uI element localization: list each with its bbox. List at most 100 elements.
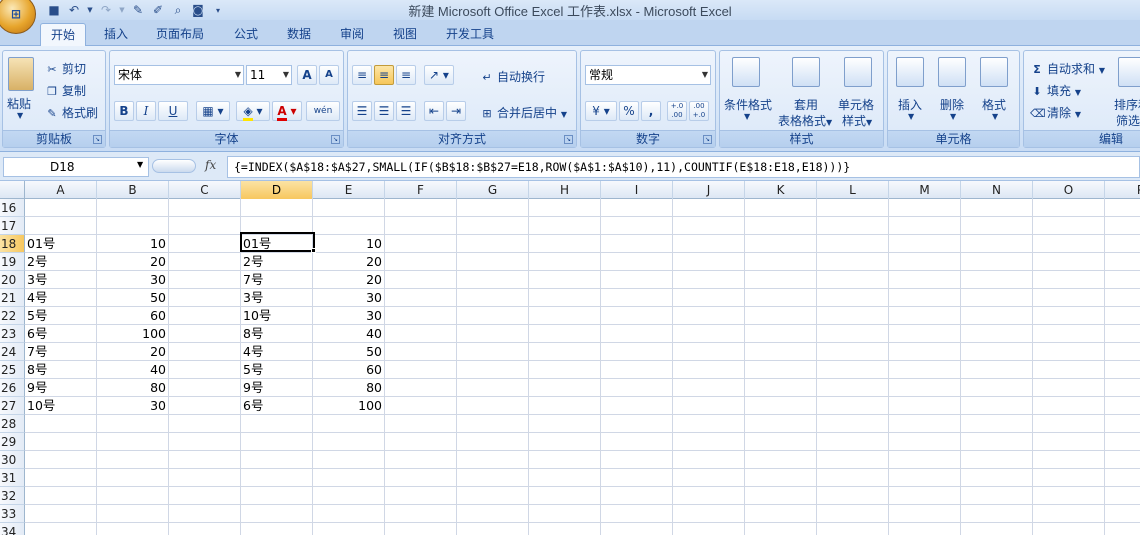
column-header-o[interactable]: O (1033, 181, 1105, 199)
fill-handle[interactable] (311, 248, 316, 253)
paste-dropdown-icon[interactable]: ▼ (17, 111, 23, 120)
align-bottom-button[interactable]: ≡ (396, 65, 416, 85)
align-top-button[interactable]: ≡ (352, 65, 372, 85)
column-header-a[interactable]: A (25, 181, 97, 199)
sort-filter-label-2[interactable]: 筛选 (1116, 112, 1140, 129)
font-color-button[interactable]: A ▾ (272, 101, 302, 121)
cell-a25[interactable]: 8号 (25, 361, 96, 379)
chevron-down-icon[interactable]: ▼ (137, 160, 143, 169)
orientation-button[interactable]: ↗ ▾ (424, 65, 454, 85)
column-header-f[interactable]: F (385, 181, 457, 199)
cell-b18[interactable]: 10 (97, 235, 168, 253)
row-header-34[interactable]: 34 (0, 523, 25, 535)
align-right-button[interactable]: ☰ (396, 101, 416, 121)
cell-e20[interactable]: 20 (313, 271, 384, 289)
row-header-26[interactable]: 26 (0, 379, 25, 397)
row-header-19[interactable]: 19 (0, 253, 25, 271)
align-center-button[interactable]: ☰ (374, 101, 394, 121)
cell-d26[interactable]: 9号 (241, 379, 312, 397)
cell-b20[interactable]: 30 (97, 271, 168, 289)
cell-e27[interactable]: 100 (313, 397, 384, 415)
autosum-button[interactable]: Σ 自动求和 ▼ (1030, 60, 1105, 77)
grow-font-button[interactable]: A (297, 65, 317, 85)
percent-button[interactable]: % (619, 101, 639, 121)
cell-e21[interactable]: 30 (313, 289, 384, 307)
row-header-21[interactable]: 21 (0, 289, 25, 307)
cell-e26[interactable]: 80 (313, 379, 384, 397)
number-format-combo[interactable]: 常规 ▼ (585, 65, 711, 85)
cell-b24[interactable]: 20 (97, 343, 168, 361)
cell-a22[interactable]: 5号 (25, 307, 96, 325)
cell-d19[interactable]: 2号 (241, 253, 312, 271)
chevron-down-icon[interactable]: ▼ (950, 112, 956, 121)
font-name-combo[interactable]: 宋体 ▼ (114, 65, 244, 85)
cell-styles-button[interactable]: 样式▼ (842, 112, 872, 129)
column-header-e[interactable]: E (313, 181, 385, 199)
conditional-format-icon[interactable] (732, 57, 760, 87)
borders-button[interactable]: ▦ ▾ (196, 101, 230, 121)
row-header-24[interactable]: 24 (0, 343, 25, 361)
row-header-28[interactable]: 28 (0, 415, 25, 433)
column-header-l[interactable]: L (817, 181, 889, 199)
cell-a27[interactable]: 10号 (25, 397, 96, 415)
bold-button[interactable]: B (114, 101, 134, 121)
row-header-29[interactable]: 29 (0, 433, 25, 451)
cell-d27[interactable]: 6号 (241, 397, 312, 415)
tab-formulas[interactable]: 公式 (226, 23, 266, 46)
fill-button[interactable]: ⬇ 填充 ▼ (1030, 82, 1081, 99)
cell-d23[interactable]: 8号 (241, 325, 312, 343)
paste-icon[interactable] (8, 57, 34, 91)
tab-data[interactable]: 数据 (279, 23, 319, 46)
row-header-22[interactable]: 22 (0, 307, 25, 325)
row-header-27[interactable]: 27 (0, 397, 25, 415)
cell-styles-icon[interactable] (844, 57, 872, 87)
cell-a23[interactable]: 6号 (25, 325, 96, 343)
formula-input[interactable]: {=INDEX($A$18:$A$27,SMALL(IF($B$18:$B$27… (227, 156, 1140, 178)
column-header-m[interactable]: M (889, 181, 961, 199)
format-as-table-icon[interactable] (792, 57, 820, 87)
wrap-text-button[interactable]: ↵ 自动换行 (480, 68, 545, 85)
row-header-16[interactable]: 16 (0, 199, 25, 217)
row-header-33[interactable]: 33 (0, 505, 25, 523)
tab-page-layout[interactable]: 页面布局 (148, 23, 212, 46)
formula-bar-splitter[interactable] (152, 159, 196, 173)
column-header-p[interactable]: P (1105, 181, 1140, 199)
italic-button[interactable]: I (136, 101, 156, 121)
chevron-down-icon[interactable]: ▼ (992, 112, 998, 121)
row-header-25[interactable]: 25 (0, 361, 25, 379)
cell-d18[interactable]: 01号 (241, 235, 312, 253)
phonetic-button[interactable]: wén (306, 101, 340, 121)
cell-a24[interactable]: 7号 (25, 343, 96, 361)
cell-b23[interactable]: 100 (97, 325, 168, 343)
cut-button[interactable]: ✂ 剪切 (45, 60, 86, 77)
column-header-d[interactable]: D (241, 181, 313, 199)
row-header-20[interactable]: 20 (0, 271, 25, 289)
cell-d21[interactable]: 3号 (241, 289, 312, 307)
chevron-down-icon[interactable]: ▼ (908, 112, 914, 121)
sort-filter-icon[interactable] (1118, 57, 1140, 87)
cell-b27[interactable]: 30 (97, 397, 168, 415)
insert-function-button[interactable]: fx (205, 158, 216, 172)
increase-indent-button[interactable]: ⇥ (446, 101, 466, 121)
column-header-j[interactable]: J (673, 181, 745, 199)
format-as-table-label-1[interactable]: 套用 (794, 96, 818, 113)
underline-button[interactable]: U (158, 101, 188, 121)
shrink-font-button[interactable]: A (319, 65, 339, 85)
cell-d20[interactable]: 7号 (241, 271, 312, 289)
chevron-down-icon[interactable]: ▼ (744, 112, 750, 121)
sort-filter-label-1[interactable]: 排序和 (1114, 96, 1140, 113)
tab-view[interactable]: 视图 (385, 23, 425, 46)
cell-d25[interactable]: 5号 (241, 361, 312, 379)
column-header-i[interactable]: I (601, 181, 673, 199)
cell-b22[interactable]: 60 (97, 307, 168, 325)
delete-cells-icon[interactable] (938, 57, 966, 87)
font-launcher-icon[interactable]: ↘ (331, 135, 340, 144)
row-header-30[interactable]: 30 (0, 451, 25, 469)
cell-a21[interactable]: 4号 (25, 289, 96, 307)
decrease-indent-button[interactable]: ⇤ (424, 101, 444, 121)
align-left-button[interactable]: ☰ (352, 101, 372, 121)
worksheet-grid[interactable]: ABCDEFGHIJKLMNOP 16171819202122232425262… (0, 181, 1140, 535)
cell-e22[interactable]: 30 (313, 307, 384, 325)
format-cells-icon[interactable] (980, 57, 1008, 87)
fill-color-button[interactable]: ◈ ▾ (236, 101, 270, 121)
